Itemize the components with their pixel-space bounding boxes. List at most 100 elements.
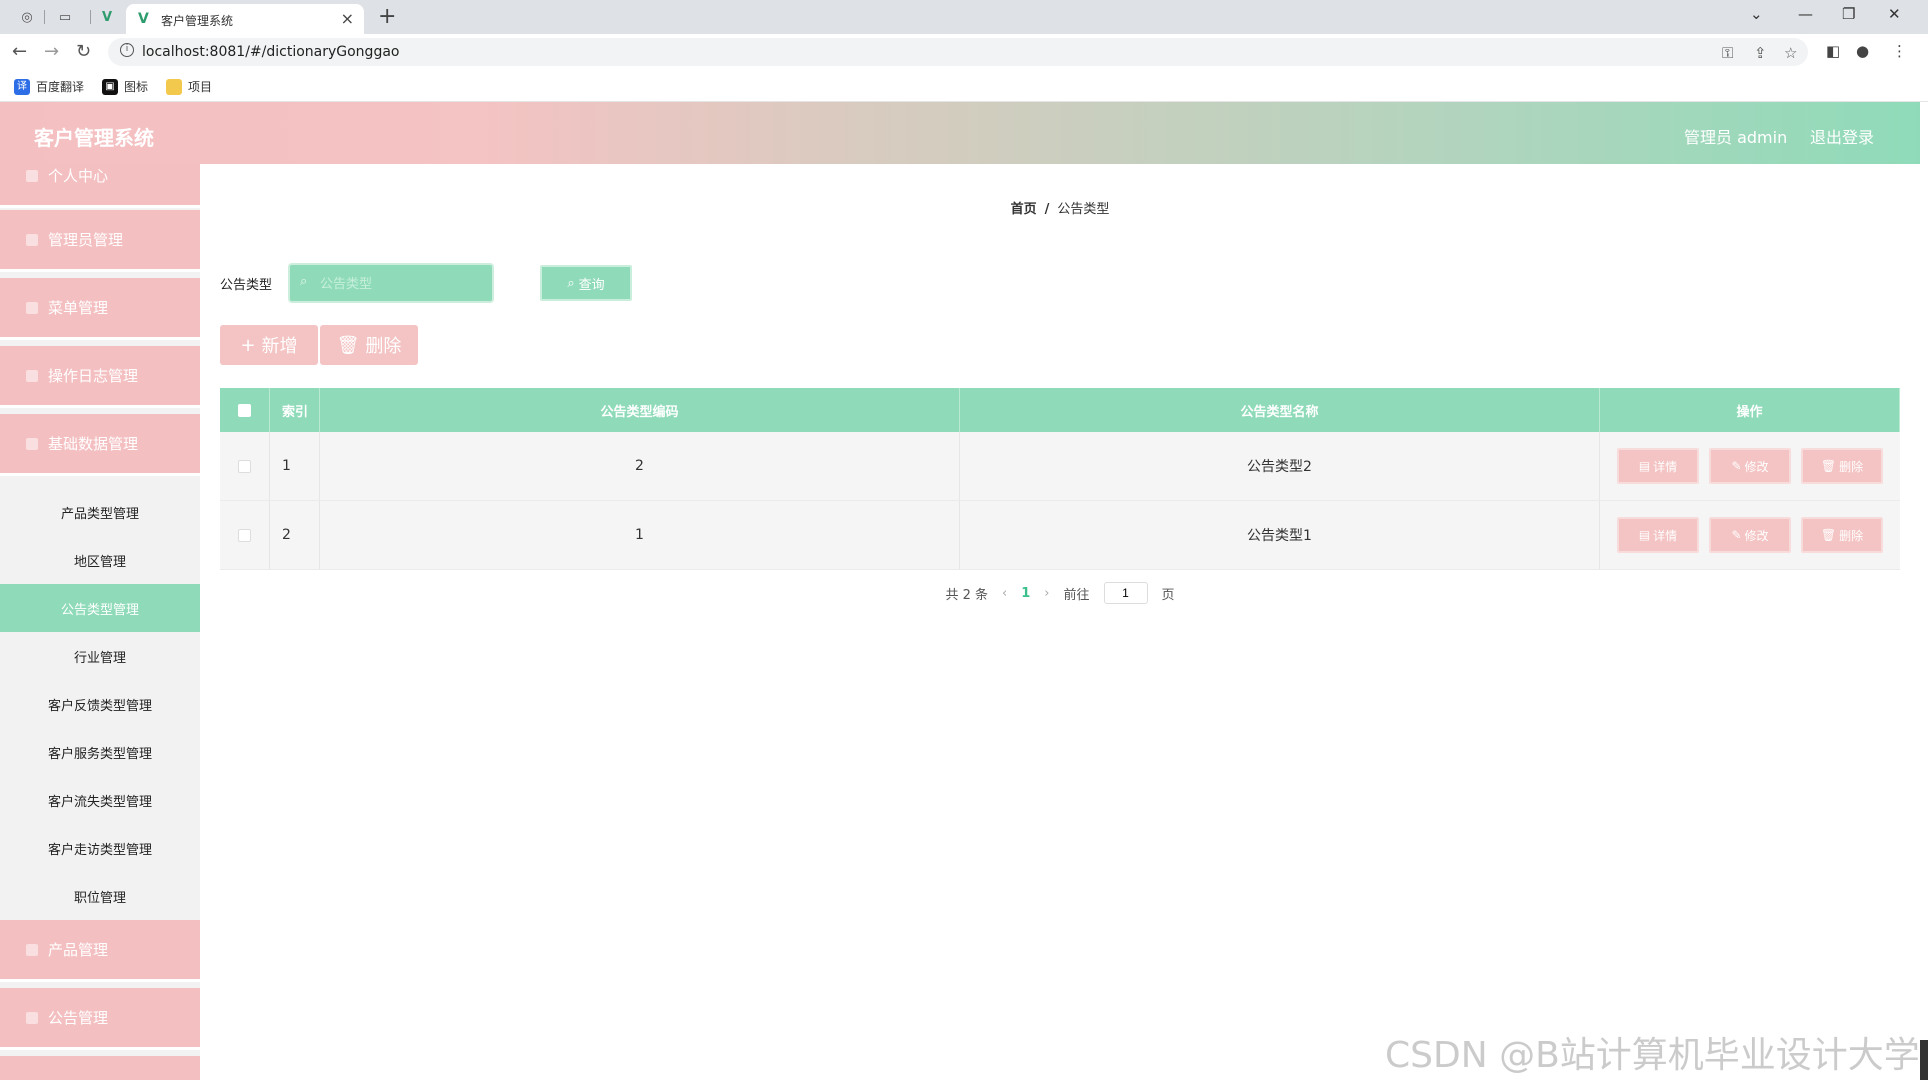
table-header: 索引 公告类型编码 公告类型名称 操作 bbox=[220, 388, 1900, 432]
sidebar-item-label: 个人中心 bbox=[48, 167, 109, 185]
star-icon[interactable]: ☆ bbox=[1784, 44, 1797, 62]
side-panel-icon[interactable]: ◧ bbox=[1826, 42, 1840, 60]
vue-logo-icon[interactable]: V bbox=[98, 8, 116, 26]
select-all-cell bbox=[220, 388, 270, 432]
breadcrumb-home[interactable]: 首页 bbox=[1011, 202, 1037, 217]
minimize-icon[interactable]: — bbox=[1798, 5, 1813, 23]
pagination-total: 共 2 条 bbox=[945, 587, 989, 603]
delete-button-label: 删除 bbox=[365, 336, 402, 357]
edit-button[interactable]: ✎ 修改 bbox=[1709, 517, 1791, 553]
header-name: 公告类型名称 bbox=[960, 388, 1600, 432]
sidebar-subitem[interactable]: 客户走访类型管理 bbox=[0, 824, 200, 872]
bookmark-baidu-fanyi[interactable]: 译 百度翻译 bbox=[14, 78, 84, 95]
sidebar-item-menu[interactable]: 菜单管理 bbox=[0, 278, 200, 340]
profile-icon[interactable]: ● bbox=[1856, 42, 1869, 60]
menu-icon bbox=[26, 1011, 38, 1024]
page-scrollbar[interactable] bbox=[1920, 102, 1928, 1080]
share-icon[interactable]: ⇪ bbox=[1754, 44, 1767, 62]
trash-icon: 🗑 bbox=[336, 334, 360, 356]
close-tab-icon[interactable]: × bbox=[341, 9, 354, 28]
sidebar-subitem[interactable]: 产品类型管理 bbox=[0, 488, 200, 536]
row-check-cell bbox=[220, 432, 270, 500]
menu-dots-icon[interactable]: ⋮ bbox=[1892, 42, 1907, 60]
page-number-current[interactable]: 1 bbox=[1021, 586, 1030, 601]
search-icon: ⌕ bbox=[300, 274, 308, 289]
new-tab-icon[interactable]: + bbox=[378, 4, 396, 29]
logout-link[interactable]: 退出登录 bbox=[1810, 124, 1874, 148]
header-ops: 操作 bbox=[1600, 388, 1900, 432]
detail-button[interactable]: ▤ 详情 bbox=[1617, 448, 1699, 484]
search-label: 公告类型 bbox=[220, 278, 273, 293]
sidebar-subitem[interactable]: 客户反馈类型管理 bbox=[0, 680, 200, 728]
sidebar-subitem[interactable]: 地区管理 bbox=[0, 536, 200, 584]
next-page-icon[interactable]: › bbox=[1044, 586, 1049, 601]
browser-tab-bar: ◎ ▭ V V 客户管理系统 × + ⌄ — ❐ ✕ bbox=[0, 0, 1928, 34]
sidebar-item-admin[interactable]: 管理员管理 bbox=[0, 210, 200, 272]
info-icon[interactable]: i bbox=[120, 43, 134, 57]
detail-button[interactable]: ▤ 详情 bbox=[1617, 517, 1699, 553]
row-name: 公告类型1 bbox=[960, 501, 1600, 569]
restore-icon[interactable]: ❐ bbox=[1842, 5, 1855, 23]
sidebar-item-oplog[interactable]: 操作日志管理 bbox=[0, 346, 200, 408]
delete-button[interactable]: 🗑 删除 bbox=[1801, 448, 1883, 484]
batch-delete-button[interactable]: 🗑 删除 bbox=[320, 325, 418, 365]
menu-icon bbox=[26, 301, 38, 314]
document-icon: ▤ bbox=[1638, 528, 1651, 542]
address-bar: ← → ↻ i localhost:8081/#/dictionaryGongg… bbox=[0, 34, 1928, 70]
sidebar-item-label: 操作日志管理 bbox=[48, 367, 139, 385]
sidebar-subitem[interactable]: 客户服务类型管理 bbox=[0, 728, 200, 776]
sidebar-subitem[interactable]: 职位管理 bbox=[0, 872, 200, 920]
header-code: 公告类型编码 bbox=[320, 388, 960, 432]
row-checkbox[interactable] bbox=[238, 459, 251, 473]
tab-title: 客户管理系统 bbox=[161, 14, 234, 28]
page-unit: 页 bbox=[1161, 587, 1175, 603]
scrollbar-thumb[interactable] bbox=[1920, 1040, 1928, 1080]
row-index: 1 bbox=[270, 432, 320, 500]
sidebar-item-basic-data[interactable]: 基础数据管理 bbox=[0, 414, 200, 476]
menu-icon bbox=[26, 369, 38, 382]
row-code: 2 bbox=[320, 432, 960, 500]
sidebar-subitem-active[interactable]: 公告类型管理 bbox=[0, 584, 200, 632]
delete-button[interactable]: 🗑 删除 bbox=[1801, 517, 1883, 553]
bookmark-label: 图标 bbox=[124, 80, 149, 94]
prev-page-icon[interactable]: ‹ bbox=[1002, 586, 1007, 601]
sidebar-item-announcements[interactable]: 公告管理 bbox=[0, 988, 200, 1050]
url-field[interactable]: i localhost:8081/#/dictionaryGonggao ⚿ ⇪… bbox=[108, 38, 1808, 66]
tab-search-icon[interactable]: ⌄ bbox=[1750, 5, 1763, 23]
menu-icon bbox=[26, 943, 38, 956]
add-button[interactable]: + 新增 bbox=[220, 325, 318, 365]
back-icon[interactable]: ← bbox=[12, 41, 27, 62]
watermark: CSDN @B站计算机毕业设计大学 bbox=[1385, 1035, 1920, 1076]
document-icon: ▤ bbox=[1638, 459, 1651, 473]
select-all-checkbox[interactable] bbox=[238, 403, 251, 417]
detail-label: 详情 bbox=[1653, 459, 1678, 474]
translate-icon: 译 bbox=[14, 78, 30, 95]
search-icon: ⌕ bbox=[567, 275, 575, 291]
goto-page-input[interactable] bbox=[1103, 582, 1148, 604]
trash-icon: 🗑 bbox=[1820, 459, 1837, 473]
detail-label: 详情 bbox=[1653, 528, 1678, 543]
app-title: 客户管理系统 bbox=[34, 126, 154, 150]
key-icon[interactable]: ⚿ bbox=[1722, 44, 1733, 62]
bookmark-icons[interactable]: ▣ 图标 bbox=[102, 78, 148, 95]
query-button[interactable]: ⌕ 查询 bbox=[540, 265, 632, 301]
sidebar-item-more[interactable] bbox=[0, 1056, 200, 1080]
add-button-label: 新增 bbox=[261, 336, 298, 357]
sidebar-subitem[interactable]: 行业管理 bbox=[0, 632, 200, 680]
active-tab[interactable]: V 客户管理系统 × bbox=[126, 4, 364, 34]
sidebar-item-products[interactable]: 产品管理 bbox=[0, 920, 200, 982]
page-icon[interactable]: ▭ bbox=[56, 8, 74, 26]
edit-button[interactable]: ✎ 修改 bbox=[1709, 448, 1791, 484]
forward-icon[interactable]: → bbox=[44, 41, 59, 62]
close-window-icon[interactable]: ✕ bbox=[1888, 5, 1901, 23]
table-row: 1 2 公告类型2 ▤ 详情 ✎ 修改 🗑 删除 bbox=[220, 432, 1900, 501]
search-input[interactable] bbox=[320, 273, 480, 293]
row-checkbox[interactable] bbox=[238, 528, 251, 542]
sidebar-subitem[interactable]: 客户流失类型管理 bbox=[0, 776, 200, 824]
search-box[interactable]: ⌕ bbox=[290, 265, 492, 301]
pagination: 共 2 条 ‹ 1 › 前往 页 bbox=[200, 582, 1920, 604]
sidebar-item-personal-center[interactable]: 个人中心 bbox=[0, 164, 200, 208]
reload-icon[interactable]: ↻ bbox=[76, 41, 91, 62]
globe-icon[interactable]: ◎ bbox=[18, 8, 36, 26]
bookmark-project[interactable]: 项目 bbox=[166, 78, 212, 95]
